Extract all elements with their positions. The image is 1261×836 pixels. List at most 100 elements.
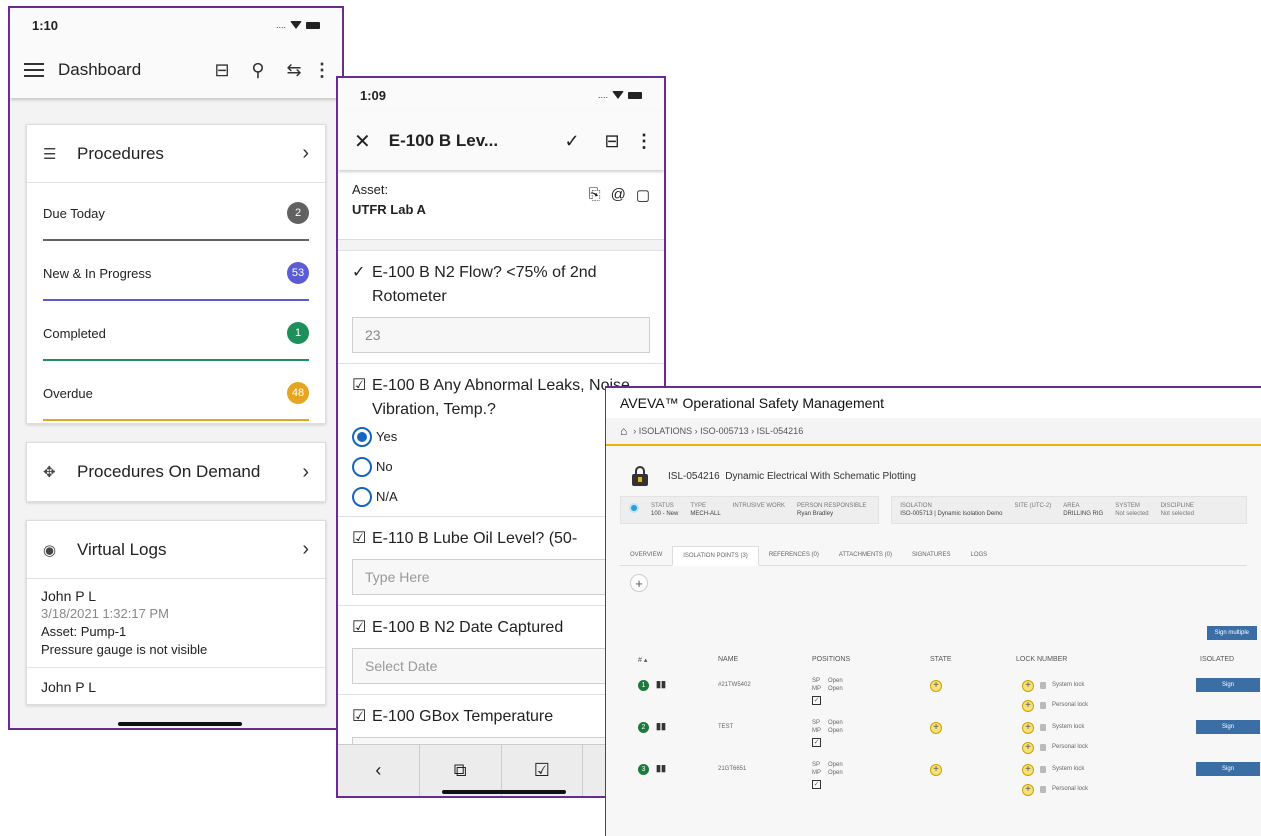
mp-value: Open: [828, 728, 843, 734]
mp-value: Open: [828, 686, 843, 692]
dashboard-phone: 1:10 .... Dashboard ⊟ ⚲ ⇆ ⋮ ☰ Procedures…: [8, 6, 344, 730]
sync-icon[interactable]: ⇆: [276, 60, 312, 81]
tab-logs[interactable]: LOGS: [961, 546, 998, 565]
sign-button[interactable]: Sign: [1196, 720, 1260, 734]
lock-icon: [1040, 744, 1046, 751]
state-add-button[interactable]: +: [930, 680, 942, 692]
procedure-row-overdue[interactable]: Overdue 48: [27, 363, 325, 423]
lock-icon: [1040, 702, 1046, 709]
home-icon[interactable]: ⌂: [620, 424, 627, 438]
log-text: Pressure gauge is not visible: [41, 642, 208, 657]
close-icon[interactable]: ✕: [354, 129, 371, 154]
sign-multiple-button[interactable]: Sign multiple: [1206, 626, 1257, 640]
answer-field[interactable]: 23: [352, 317, 650, 353]
radio-button[interactable]: [352, 487, 372, 507]
procedure-row-new-in-progress[interactable]: New & In Progress 53: [27, 243, 325, 303]
sign-button[interactable]: Sign: [1196, 678, 1260, 692]
more-icon[interactable]: ⋮: [632, 131, 656, 152]
tab-references[interactable]: REFERENCES (0): [759, 546, 829, 565]
app-title: AVEVA™ Operational Safety Management: [606, 388, 1261, 418]
chevron-right-icon: ›: [302, 142, 309, 164]
row-label: Completed: [43, 325, 106, 341]
meta-label: STATUS: [651, 503, 674, 509]
scan-icon[interactable]: ⊟: [592, 131, 632, 152]
asset-value: UTFR Lab A: [352, 202, 426, 217]
tab-bar: OVERVIEW ISOLATION POINTS (3) REFERENCES…: [620, 546, 1247, 566]
battery-icon: [306, 21, 320, 29]
breadcrumb-iso[interactable]: ISO-005713: [700, 426, 749, 436]
meta-value[interactable]: ISO-005713 | Dynamic Isolation Demo: [900, 511, 1002, 517]
breadcrumb-isolations[interactable]: ISOLATIONS: [639, 426, 692, 436]
at-icon[interactable]: @: [611, 186, 626, 229]
virtual-logs-header[interactable]: ◉ Virtual Logs ›: [27, 521, 325, 579]
procedures-title: Procedures: [77, 143, 164, 163]
log-entry[interactable]: John P L: [27, 668, 325, 704]
status-bar: 1:09 ....: [338, 78, 664, 112]
add-button[interactable]: +: [630, 574, 648, 592]
check-icon[interactable]: ✓: [552, 131, 592, 152]
document-icon[interactable]: ▢: [636, 186, 650, 229]
radio-button[interactable]: [352, 427, 372, 447]
hierarchy-button[interactable]: ⧉: [420, 745, 502, 796]
state-add-button[interactable]: +: [930, 722, 942, 734]
radio-button[interactable]: [352, 457, 372, 477]
personal-lock-add-button[interactable]: +: [1022, 700, 1034, 712]
procedure-row-due-today[interactable]: Due Today 2: [27, 183, 325, 243]
scan-icon[interactable]: ⊟: [204, 60, 240, 81]
state-add-button[interactable]: +: [930, 764, 942, 776]
system-lock-add-button[interactable]: +: [1022, 764, 1034, 776]
on-demand-header[interactable]: ✥ Procedures On Demand ›: [27, 443, 325, 501]
chat-icon: ◉: [43, 541, 57, 559]
mp-label: MP: [812, 686, 821, 692]
point-name[interactable]: #21TW5402: [718, 682, 751, 688]
more-icon[interactable]: ⋮: [312, 60, 332, 81]
tab-isolation-points[interactable]: ISOLATION POINTS (3): [672, 546, 759, 566]
meta-strip: STATUS 100 - New TYPE MECH-ALL INTRUSIVE W…: [620, 496, 1247, 524]
system-lock-add-button[interactable]: +: [1022, 722, 1034, 734]
personal-lock-label: Personal lock: [1052, 786, 1089, 792]
point-name[interactable]: TEST: [718, 724, 733, 730]
table-row: 1 ▮▮ #21TW5402 SP Open MP Open ✓ + + Sys…: [606, 678, 1261, 720]
attachment-icon[interactable]: ⎘: [589, 186, 601, 229]
point-name[interactable]: 21GT6651: [718, 766, 746, 772]
search-icon[interactable]: ⚲: [240, 60, 276, 81]
personal-lock-add-button[interactable]: +: [1022, 742, 1034, 754]
personal-lock-add-button[interactable]: +: [1022, 784, 1034, 796]
on-demand-card[interactable]: ✥ Procedures On Demand ›: [26, 442, 326, 502]
radio-label: Yes: [376, 429, 398, 444]
signal-indicators: ....: [598, 90, 642, 100]
meta-box-right: ISOLATION ISO-005713 | Dynamic Isolation …: [891, 496, 1247, 524]
meta-label: AREA: [1063, 503, 1080, 509]
isolation-title: ISL-054216 Dynamic Electrical With Schem…: [668, 470, 916, 482]
on-demand-icon: ✥: [43, 464, 56, 481]
count-badge: 2: [287, 202, 309, 224]
meta-label: SITE (UTC-2): [1014, 503, 1052, 509]
asset-panel: Asset: UTFR Lab A ⎘ @ ▢: [338, 170, 664, 240]
col-name: NAME: [718, 656, 739, 663]
menu-icon[interactable]: [24, 63, 44, 77]
col-num[interactable]: # ▴: [638, 656, 647, 664]
checklist-button[interactable]: ☑: [502, 745, 584, 796]
count-badge: 53: [287, 262, 309, 284]
col-lock-number: LOCK NUMBER: [1016, 656, 1068, 663]
battery-icon: [628, 91, 642, 99]
lock-icon: [1040, 724, 1046, 731]
table-row: 3 ▮▮ 21GT6651 SP Open MP Open ✓ + + Syst…: [606, 762, 1261, 804]
sign-button[interactable]: Sign: [1196, 762, 1260, 776]
tab-attachments[interactable]: ATTACHMENTS (0): [829, 546, 902, 565]
row-underline: [43, 419, 309, 421]
back-button[interactable]: ‹: [338, 745, 420, 796]
signal-indicators: ....: [276, 20, 320, 30]
log-entry[interactable]: John P L 3/18/2021 1:32:17 PM Asset: Pum…: [27, 579, 325, 668]
system-lock-add-button[interactable]: +: [1022, 680, 1034, 692]
tab-signatures[interactable]: SIGNATURES: [902, 546, 961, 565]
verify-check-icon[interactable]: ✓: [812, 738, 821, 747]
procedures-icon: ☰: [43, 145, 57, 163]
status-time: 1:10: [32, 17, 59, 33]
verify-check-icon[interactable]: ✓: [812, 696, 821, 705]
verify-check-icon[interactable]: ✓: [812, 780, 821, 789]
tab-overview[interactable]: OVERVIEW: [620, 546, 672, 565]
procedure-row-completed[interactable]: Completed 1: [27, 303, 325, 363]
procedures-header[interactable]: ☰ Procedures ›: [27, 125, 325, 183]
sp-value: Open: [828, 720, 843, 726]
